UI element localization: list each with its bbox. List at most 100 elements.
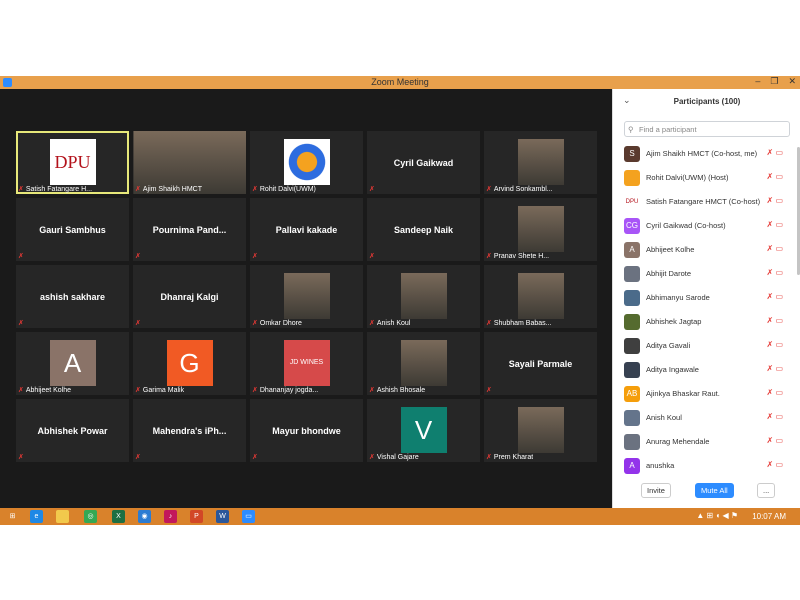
video-tile[interactable]: Cyril Gaikwad ✗: [367, 131, 480, 194]
participant-avatar: [624, 266, 640, 282]
taskbar: ⊞ e ◎ X ◉ ♪ P W ▭ ▲ ⊞ ◖ ◀ ⚑ 10:07 AM: [0, 508, 800, 525]
muted-mic-icon: ✗: [252, 186, 258, 193]
chrome-icon[interactable]: ◎: [84, 510, 97, 523]
video-tile[interactable]: ashish sakhare ✗: [16, 265, 129, 328]
participant-row[interactable]: Anish Koul ✗ ▭: [613, 406, 797, 430]
participant-row[interactable]: DPU Satish Fatangare HMCT (Co-host) ✗ ▭: [613, 190, 797, 214]
start-icon[interactable]: ⊞: [6, 510, 19, 523]
tile-name-label: ✗ Rohit Dalvi(UWM): [252, 185, 316, 193]
participants-panel: ⌄ Participants (100) ⚲ Find a participan…: [612, 89, 800, 508]
tile-name-text: Pranav Shete H...: [493, 253, 550, 260]
video-tile[interactable]: ✗ Arvind Sonkambl...: [484, 131, 597, 194]
participant-avatar: A: [624, 458, 640, 474]
video-tile[interactable]: JD WINES ✗ Dhananjay jogda...: [250, 332, 363, 395]
zoom-taskbar-icon[interactable]: ▭: [242, 510, 255, 523]
participant-row[interactable]: Aanushka ✗ ▭: [613, 454, 797, 478]
tile-name-label: ✗: [252, 453, 260, 461]
muted-mic-video-icon: ✗ ▭: [766, 220, 783, 229]
participant-row[interactable]: Abhimanyu Sarode ✗ ▭: [613, 286, 797, 310]
more-button[interactable]: ...: [757, 483, 776, 498]
tile-name-label: ✗ Garima Malik: [135, 386, 184, 394]
muted-mic-icon: ✗: [18, 387, 24, 394]
participant-name: anushka: [646, 461, 675, 470]
tile-display-name: Pallavi kakade: [275, 225, 338, 235]
muted-mic-icon: ✗: [486, 186, 492, 193]
video-tile[interactable]: ✗ Prem Kharat: [484, 399, 597, 462]
folder-icon[interactable]: [56, 510, 69, 523]
video-tile[interactable]: Mahendra's iPh... ✗: [133, 399, 246, 462]
video-tile[interactable]: Dhanraj Kalgi ✗: [133, 265, 246, 328]
mute-all-button[interactable]: Mute All: [695, 483, 734, 498]
video-tile[interactable]: G ✗ Garima Malik: [133, 332, 246, 395]
invite-button[interactable]: Invite: [641, 483, 671, 498]
video-tile[interactable]: A ✗ Abhijeet Kolhe: [16, 332, 129, 395]
tile-display-name: Abhishek Powar: [37, 426, 108, 436]
video-tile[interactable]: Gauri Sambhus ✗: [16, 198, 129, 261]
muted-mic-icon: ✗: [252, 320, 258, 327]
video-tile[interactable]: ✗ Shubham Babas...: [484, 265, 597, 328]
app-icon[interactable]: ♪: [164, 510, 177, 523]
tile-name-text: Shubham Babas...: [493, 320, 552, 327]
participant-row[interactable]: Anurag Mehendale ✗ ▭: [613, 430, 797, 454]
powerpoint-icon[interactable]: P: [190, 510, 203, 523]
word-icon[interactable]: W: [216, 510, 229, 523]
tile-name-text: Rohit Dalvi(UWM): [259, 186, 316, 193]
video-tile[interactable]: Pallavi kakade ✗: [250, 198, 363, 261]
muted-mic-video-icon: ✗ ▭: [766, 244, 783, 253]
muted-mic-video-icon: ✗ ▭: [766, 388, 783, 397]
video-tile[interactable]: ✗ Pranav Shete H...: [484, 198, 597, 261]
participant-row[interactable]: Aditya Ingawale ✗ ▭: [613, 358, 797, 382]
participant-avatar: [624, 434, 640, 450]
muted-mic-icon: ✗: [369, 454, 375, 461]
video-tile[interactable]: Mayur bhondwe ✗: [250, 399, 363, 462]
muted-mic-video-icon: ✗ ▭: [766, 340, 783, 349]
participant-row[interactable]: Abhishek Jagtap ✗ ▭: [613, 310, 797, 334]
video-tile[interactable]: Sayali Parmale ✗: [484, 332, 597, 395]
browser-icon[interactable]: ◉: [138, 510, 151, 523]
tile-display-name: Mahendra's iPh...: [152, 426, 227, 436]
participant-name: Abhijeet Kolhe: [646, 245, 695, 254]
dpu-logo-image: DPU: [49, 139, 96, 185]
system-tray[interactable]: ▲ ⊞ ◖ ◀ ⚑: [696, 511, 738, 520]
video-tile[interactable]: V ✗ Vishal Gajare: [367, 399, 480, 462]
muted-mic-icon: ✗: [486, 387, 492, 394]
search-placeholder: Find a participant: [639, 125, 697, 134]
participant-row[interactable]: CG Cyril Gaikwad (Co-host) ✗ ▭: [613, 214, 797, 238]
tile-name-label: ✗ Abhijeet Kolhe: [18, 386, 71, 394]
participant-photo: [400, 340, 447, 386]
video-tile[interactable]: Pournima Pand... ✗: [133, 198, 246, 261]
tile-display-name: Sandeep Naik: [393, 225, 454, 235]
video-tile[interactable]: ✗ Rohit Dalvi(UWM): [250, 131, 363, 194]
video-tile[interactable]: ✗ Omkar Dhore: [250, 265, 363, 328]
video-tile[interactable]: ✗ Anish Koul: [367, 265, 480, 328]
video-tile[interactable]: ✗ Ashish Bhosale: [367, 332, 480, 395]
video-tile[interactable]: Sandeep Naik ✗: [367, 198, 480, 261]
excel-icon[interactable]: X: [112, 510, 125, 523]
close-button[interactable]: ✕: [788, 76, 796, 87]
video-tile[interactable]: ✗ Ajim Shaikh HMCT: [133, 131, 246, 194]
participant-name: Ajinkya Bhaskar Raut.: [646, 389, 720, 398]
tile-name-text: Abhijeet Kolhe: [25, 387, 72, 394]
participant-row[interactable]: Rohit Dalvi(UWM) (Host) ✗ ▭: [613, 166, 797, 190]
tile-name-label: ✗ Satish Fatangare H...: [18, 185, 92, 193]
ie-icon[interactable]: e: [30, 510, 43, 523]
video-tile[interactable]: DPU ✗ Satish Fatangare H...: [16, 131, 129, 194]
maximize-button[interactable]: ❐: [770, 76, 778, 87]
participant-row[interactable]: A Abhijeet Kolhe ✗ ▭: [613, 238, 797, 262]
participant-row[interactable]: AB Ajinkya Bhaskar Raut. ✗ ▭: [613, 382, 797, 406]
tile-name-text: Satish Fatangare H...: [25, 186, 93, 193]
muted-mic-icon: ✗: [135, 186, 141, 193]
muted-mic-icon: ✗: [486, 253, 492, 260]
participant-row[interactable]: Abhijit Darote ✗ ▭: [613, 262, 797, 286]
participant-name: Abhishek Jagtap: [646, 317, 702, 326]
participant-row[interactable]: Aditya Gavali ✗ ▭: [613, 334, 797, 358]
minimize-button[interactable]: –: [755, 76, 760, 87]
muted-mic-icon: ✗: [135, 320, 141, 327]
muted-mic-icon: ✗: [369, 186, 375, 193]
avatar-letter: G: [166, 340, 213, 386]
video-tile[interactable]: Abhishek Powar ✗: [16, 399, 129, 462]
tile-display-name: Gauri Sambhus: [39, 225, 106, 235]
participant-row[interactable]: S Ajim Shaikh HMCT (Co-host, me) ✗ ▭: [613, 142, 797, 166]
muted-mic-video-icon: ✗ ▭: [766, 460, 783, 469]
participant-search-input[interactable]: ⚲ Find a participant: [624, 121, 790, 137]
